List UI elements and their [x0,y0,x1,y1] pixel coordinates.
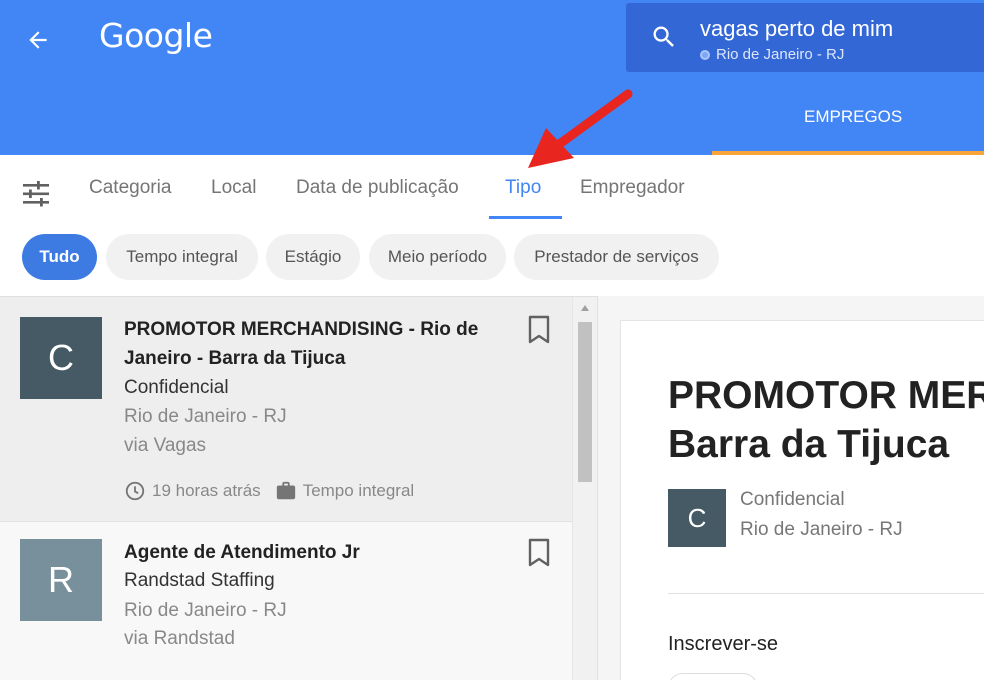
company-avatar: R [20,539,102,621]
job-type: Tempo integral [302,481,415,500]
job-location: Rio de Janeiro - RJ [124,406,287,427]
job-location: Rio de Janeiro - RJ [124,600,287,621]
job-detail-card: PROMOTOR MERCHANDISING - Rio de Janeiro … [620,320,984,680]
bookmark-icon[interactable] [526,315,552,345]
scroll-up-arrow-icon[interactable] [581,305,589,311]
detail-location: Rio de Janeiro - RJ [740,519,903,540]
chip-tempo-integral[interactable]: Tempo integral [106,234,258,280]
detail-title: PROMOTOR MERCHANDISING - Rio de Janeiro … [668,371,984,469]
top-bar: Google vagas perto de mim Rio de Janeiro… [0,0,984,155]
tune-filter-icon[interactable] [20,179,52,209]
bookmark-icon[interactable] [526,538,552,568]
job-card[interactable]: R Agente de Atendimento Jr Randstad Staf… [0,522,572,680]
job-list[interactable]: C PROMOTOR MERCHANDISING - Rio de Janeir… [0,296,598,680]
back-button[interactable] [18,20,58,60]
location-dot-icon [700,49,710,60]
tab-empregos-label: EMPREGOS [804,107,903,126]
chip-tudo[interactable]: Tudo [22,234,97,280]
job-title[interactable]: PROMOTOR MERCHANDISING - Rio de Janeiro … [124,315,494,373]
apply-option-button[interactable] [668,673,758,680]
apply-heading: Inscrever-se [668,633,779,655]
chip-prestador-de-servicos[interactable]: Prestador de serviços [514,234,719,280]
tab-tipo[interactable]: Tipo [505,177,541,199]
tab-data-de-publicacao[interactable]: Data de publicação [296,177,459,199]
job-meta: 19 horas atrás Tempo integral [124,480,414,502]
search-box[interactable]: vagas perto de mim Rio de Janeiro - RJ [626,3,984,72]
detail-title-line-1: PROMOTOR MERCHANDISING - Rio de Janeiro … [668,374,984,417]
job-company: Confidencial [124,377,229,398]
job-type-chips: Tudo Tempo integral Estágio Meio período… [0,221,984,296]
red-arrow-annotation [528,89,633,168]
tab-local[interactable]: Local [211,177,256,199]
job-company: Randstad Staffing [124,570,275,591]
detail-title-line-2: Barra da Tijuca [668,423,950,466]
chip-estagio[interactable]: Estágio [266,234,360,280]
clock-icon [125,481,145,501]
job-source: via Randstad [124,628,235,649]
tab-tipo-indicator [489,216,562,219]
company-avatar: C [20,317,102,399]
briefcase-icon [276,481,295,500]
google-logo[interactable]: Google [99,16,213,55]
detail-divider [668,593,984,594]
detail-company: Confidencial [740,489,845,510]
job-title[interactable]: Agente de Atendimento Jr [124,538,494,567]
tab-categoria[interactable]: Categoria [89,177,171,199]
tab-empregador[interactable]: Empregador [580,177,685,199]
search-location[interactable]: Rio de Janeiro - RJ [700,46,844,63]
job-source: via Vagas [124,435,207,456]
scroll-thumb[interactable] [578,322,592,482]
search-icon[interactable] [650,23,678,51]
job-card[interactable]: C PROMOTOR MERCHANDISING - Rio de Janeir… [0,297,572,521]
job-detail-panel: PROMOTOR MERCHANDISING - Rio de Janeiro … [598,296,984,680]
back-arrow-icon [29,31,47,49]
tab-empregos[interactable]: EMPREGOS [712,84,984,155]
detail-company-avatar: C [668,489,726,547]
chip-meio-periodo[interactable]: Meio período [369,234,506,280]
job-list-scrollbar[interactable] [572,297,596,680]
posted-time: 19 horas atrás [152,481,261,500]
search-location-text: Rio de Janeiro - RJ [716,46,845,63]
filter-tabs: Categoria Local Data de publicação Tipo … [0,155,984,221]
search-query[interactable]: vagas perto de mim [700,16,893,42]
